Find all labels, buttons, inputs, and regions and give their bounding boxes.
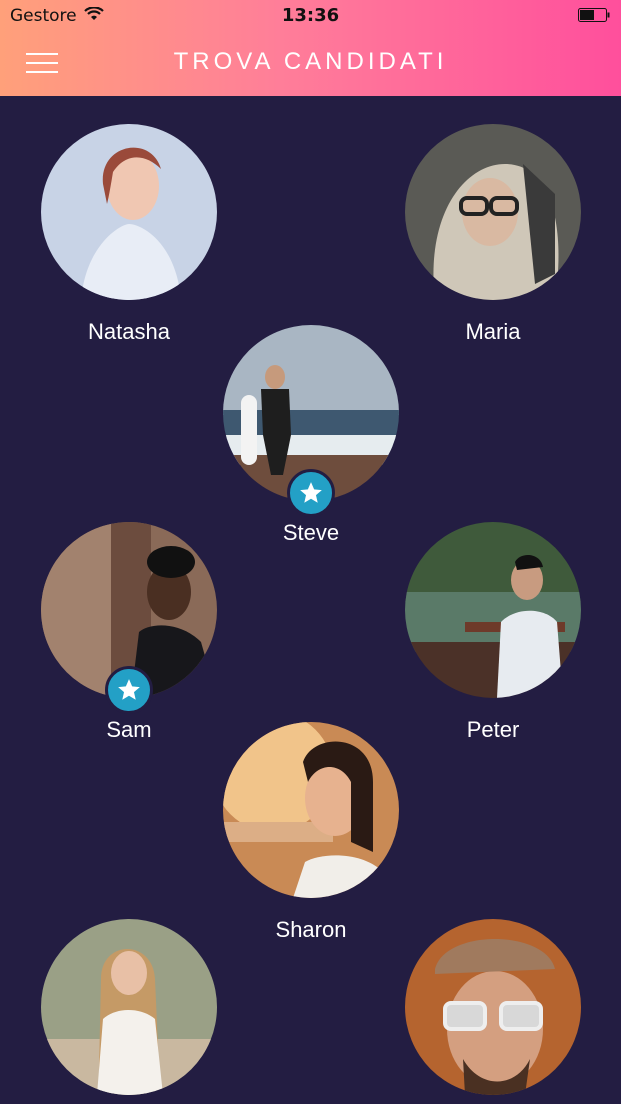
candidate-photo bbox=[41, 919, 217, 1095]
favorite-star-icon[interactable] bbox=[287, 469, 335, 517]
candidate-name: Steve bbox=[282, 520, 340, 545]
favorite-star-icon[interactable] bbox=[105, 666, 153, 714]
candidate-name: Sam bbox=[106, 717, 152, 742]
candidate-name: Peter bbox=[466, 717, 520, 742]
status-bar: Gestore 13:36 bbox=[0, 0, 621, 32]
candidate-photo bbox=[405, 124, 581, 300]
candidate-name: Sharon bbox=[275, 917, 347, 942]
candidate-photo bbox=[405, 919, 581, 1095]
candidate-photo bbox=[223, 722, 399, 898]
page-title: TROVA CANDIDATI bbox=[173, 48, 448, 75]
candidate-photo bbox=[41, 124, 217, 300]
app-header: Gestore 13:36 TROVA CANDIDATI bbox=[0, 0, 621, 96]
candidate-name: Natasha bbox=[88, 319, 170, 344]
battery-icon bbox=[578, 8, 610, 22]
candidate-photo bbox=[405, 522, 581, 698]
candidate-name: Maria bbox=[465, 319, 521, 344]
status-time: 13:36 bbox=[281, 5, 340, 26]
